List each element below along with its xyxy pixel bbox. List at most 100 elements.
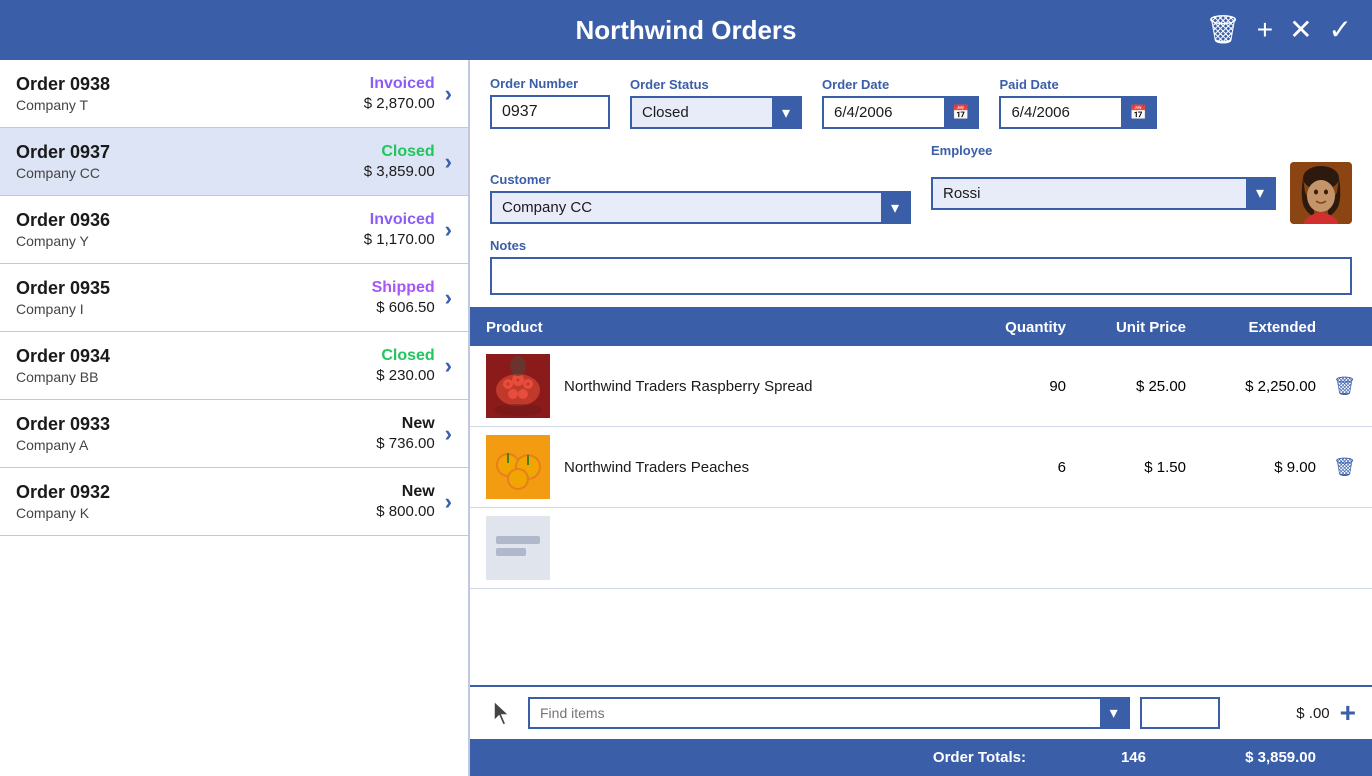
header-actions: 🗑 + ✕ ✓ xyxy=(1205,16,1352,44)
find-items-input[interactable] xyxy=(530,699,1100,727)
add-item-button[interactable]: + xyxy=(1340,697,1356,729)
customer-group: Customer ▾ xyxy=(490,172,911,224)
notes-input[interactable] xyxy=(490,257,1352,295)
order-amount: $ 230.00 xyxy=(376,367,434,384)
order-status: New xyxy=(376,483,434,501)
order-list: Order 0938 Company T Invoiced $ 2,870.00… xyxy=(0,60,470,776)
order-amount: $ 1,170.00 xyxy=(364,231,435,248)
order-list-item[interactable]: Order 0937 Company CC Closed $ 3,859.00 … xyxy=(0,128,468,196)
order-chevron-icon: › xyxy=(445,149,452,175)
delete-row-1-button[interactable]: 🗑 xyxy=(1333,457,1356,478)
order-status-input[interactable] xyxy=(632,98,772,127)
order-number-input[interactable] xyxy=(490,95,610,129)
add-item-qty-input[interactable] xyxy=(1140,697,1220,729)
paid-date-label: Paid Date xyxy=(999,77,1156,92)
product-delete-1[interactable]: 🗑 xyxy=(1316,457,1356,478)
order-list-item[interactable]: Order 0938 Company T Invoiced $ 2,870.00… xyxy=(0,60,468,128)
totals-quantity: 146 xyxy=(1046,749,1146,766)
customer-input[interactable] xyxy=(492,193,881,222)
totals-label: Order Totals: xyxy=(486,749,1046,766)
employee-section: ▾ xyxy=(931,162,1352,224)
order-date-group: Order Date 📅 xyxy=(822,77,979,129)
order-chevron-icon: › xyxy=(445,217,452,243)
order-list-item[interactable]: Order 0936 Company Y Invoiced $ 1,170.00… xyxy=(0,196,468,264)
confirm-button[interactable]: ✓ xyxy=(1329,16,1352,44)
notes-label: Notes xyxy=(490,238,1352,253)
product-unit-price-1: $ 1.50 xyxy=(1066,459,1186,476)
employee-dropdown-btn[interactable]: ▾ xyxy=(1246,179,1274,208)
order-date-calendar-btn[interactable]: 📅 xyxy=(944,98,977,127)
order-amount: $ 736.00 xyxy=(376,435,434,452)
add-item-price-display: $ .00 xyxy=(1230,705,1330,722)
order-number: Order 0935 xyxy=(16,278,372,299)
order-status-group: Order Status ▾ xyxy=(630,77,802,129)
notes-group: Notes xyxy=(490,238,1352,295)
order-company: Company CC xyxy=(16,165,364,181)
order-status-label: Order Status xyxy=(630,77,802,92)
product-unit-price-0: $ 25.00 xyxy=(1066,378,1186,395)
add-item-row: ▾ $ .00 + xyxy=(470,685,1372,739)
table-body: Northwind Traders Raspberry Spread 90 $ … xyxy=(470,346,1372,685)
close-button[interactable]: ✕ xyxy=(1289,16,1312,44)
order-right: Invoiced $ 1,170.00 xyxy=(364,211,435,248)
order-date-input[interactable] xyxy=(824,98,944,127)
customer-dropdown-btn[interactable]: ▾ xyxy=(881,193,909,222)
order-right: New $ 800.00 xyxy=(376,483,434,520)
employee-label: Employee xyxy=(931,143,1352,158)
order-chevron-icon: › xyxy=(445,489,452,515)
order-status-dropdown-btn[interactable]: ▾ xyxy=(772,98,800,127)
order-company: Company T xyxy=(16,97,364,113)
order-number: Order 0936 xyxy=(16,210,364,231)
order-list-item[interactable]: Order 0935 Company I Shipped $ 606.50 › xyxy=(0,264,468,332)
order-chevron-icon: › xyxy=(445,285,452,311)
table-header: Product Quantity Unit Price Extended xyxy=(470,309,1372,346)
table-row: Northwind Traders Peaches 6 $ 1.50 $ 9.0… xyxy=(470,427,1372,508)
order-list-item[interactable]: Order 0933 Company A New $ 736.00 › xyxy=(0,400,468,468)
order-status: Closed xyxy=(364,143,435,161)
order-right: Invoiced $ 2,870.00 xyxy=(364,75,435,112)
find-items-wrapper: ▾ xyxy=(528,697,1130,729)
form-row-3: Notes xyxy=(490,238,1352,295)
order-list-item[interactable]: Order 0932 Company K New $ 800.00 › xyxy=(0,468,468,536)
app-title: Northwind Orders xyxy=(575,15,796,46)
paid-date-wrapper: 📅 xyxy=(999,96,1156,129)
employee-group: Employee ▾ xyxy=(931,143,1352,224)
order-info: Order 0934 Company BB xyxy=(16,346,376,385)
cursor-icon xyxy=(486,697,518,729)
order-date-wrapper: 📅 xyxy=(822,96,979,129)
products-area: Product Quantity Unit Price Extended xyxy=(470,309,1372,776)
paid-date-calendar-btn[interactable]: 📅 xyxy=(1121,98,1154,127)
find-items-dropdown-btn[interactable]: ▾ xyxy=(1100,699,1128,727)
order-status: Invoiced xyxy=(364,75,435,93)
col-header-product: Product xyxy=(486,319,966,336)
product-delete-0[interactable]: 🗑 xyxy=(1316,376,1356,397)
form-row-1: Order Number Order Status ▾ Order Date xyxy=(490,76,1352,129)
order-status: Invoiced xyxy=(364,211,435,229)
paid-date-group: Paid Date 📅 xyxy=(999,77,1156,129)
order-info: Order 0935 Company I xyxy=(16,278,372,317)
table-row: Northwind Traders Raspberry Spread 90 $ … xyxy=(470,346,1372,427)
order-right: Closed $ 3,859.00 xyxy=(364,143,435,180)
order-amount: $ 606.50 xyxy=(372,299,435,316)
employee-input[interactable] xyxy=(933,179,1246,208)
order-status-select-wrapper: ▾ xyxy=(630,96,802,129)
order-number: Order 0933 xyxy=(16,414,376,435)
delete-row-0-button[interactable]: 🗑 xyxy=(1333,376,1356,397)
paid-date-input[interactable] xyxy=(1001,98,1121,127)
form-area: Order Number Order Status ▾ Order Date xyxy=(470,60,1372,309)
order-number: Order 0938 xyxy=(16,74,364,95)
col-header-extended: Extended xyxy=(1186,319,1316,336)
order-list-item[interactable]: Order 0934 Company BB Closed $ 230.00 › xyxy=(0,332,468,400)
employee-avatar xyxy=(1290,162,1352,224)
order-number-group: Order Number xyxy=(490,76,610,129)
order-status: Closed xyxy=(376,347,434,365)
add-order-button[interactable]: + xyxy=(1257,16,1273,44)
app-header: Northwind Orders 🗑 + ✕ ✓ xyxy=(0,0,1372,60)
customer-label: Customer xyxy=(490,172,911,187)
employee-select-wrapper: ▾ xyxy=(931,177,1276,210)
order-number: Order 0937 xyxy=(16,142,364,163)
order-right: New $ 736.00 xyxy=(376,415,434,452)
product-quantity-0: 90 xyxy=(966,378,1066,395)
order-info: Order 0932 Company K xyxy=(16,482,376,521)
delete-button[interactable]: 🗑 xyxy=(1205,16,1241,44)
